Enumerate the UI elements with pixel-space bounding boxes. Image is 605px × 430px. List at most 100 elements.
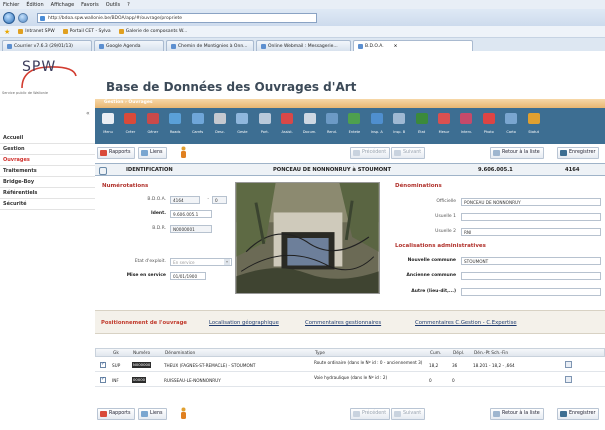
row-detail-icon[interactable] (565, 361, 572, 368)
favorites-star-icon[interactable]: ★ (4, 28, 10, 36)
toolbar-button-inspection[interactable]: Insp. A (367, 111, 387, 141)
back-to-list-button[interactable]: Retour à la liste (490, 147, 544, 159)
table-row[interactable]: SUP N000000 THEUX (FAGNES-ST-REMACLE) - ST… (95, 358, 605, 372)
form-tab[interactable]: Localisation géographique (209, 320, 279, 326)
row-checkbox[interactable] (100, 376, 106, 383)
usuelle2-field[interactable]: RNI (461, 228, 601, 236)
etat-select[interactable]: En service ▾ (170, 258, 232, 266)
links-button[interactable]: Liens (138, 147, 167, 159)
row-checkbox[interactable] (100, 361, 106, 368)
column-header[interactable]: Cum. (430, 351, 441, 356)
toolbar-button-photo[interactable]: Photo (479, 111, 499, 141)
nav-item-scurit[interactable]: Sécurité (0, 199, 95, 210)
save-button-bottom[interactable]: Enregistrer (557, 408, 600, 420)
toolbar-button-generate[interactable]: Géner (143, 111, 163, 141)
column-header[interactable]: Dén.-Pt Sch.-Fin (474, 351, 508, 356)
toolbar-button-gesture[interactable]: Geste (232, 111, 252, 141)
next-arrow-icon (394, 411, 401, 417)
toolbar-button-measure[interactable]: Mesur (434, 111, 454, 141)
toolbar-button-create[interactable]: Créer (120, 111, 140, 141)
column-header[interactable]: Numéro (133, 351, 150, 356)
toolbar-button-port[interactable]: Port. (255, 111, 275, 141)
form-tab[interactable]: Commentaires gestionnaires (305, 320, 381, 326)
report-icon (100, 411, 107, 417)
toolbar-button-map[interactable]: Carto (501, 111, 521, 141)
browser-tab[interactable]: Google Agenda (94, 40, 164, 51)
menu-item[interactable]: Édition (26, 2, 43, 8)
toolbar-button-status[interactable]: Statut (524, 111, 544, 141)
toolbar-button-squares[interactable]: Carrés (188, 111, 208, 141)
person-icon[interactable] (180, 407, 187, 419)
close-tab-icon[interactable]: × (394, 44, 398, 49)
browser-tab[interactable]: Online Webmail : Messagerie... (256, 40, 351, 51)
row-detail-icon[interactable] (565, 376, 572, 383)
previous-button-bottom[interactable]: Précédent (350, 408, 391, 420)
next-label: Suivant (403, 150, 422, 155)
menu-item[interactable]: ? (127, 2, 130, 8)
menu-item[interactable]: Fichier (3, 2, 19, 8)
nav-item-rfrentiels[interactable]: Référentiels (0, 188, 95, 199)
next-button-bottom[interactable]: Suivant (391, 408, 426, 420)
menu-item[interactable]: Outils (106, 2, 120, 8)
bdoa-field[interactable]: 4164 (170, 196, 200, 204)
browser-tab[interactable]: Chemin de Montignies à Onn... (166, 40, 254, 51)
next-arrow-icon (394, 150, 401, 156)
back-button[interactable] (3, 11, 15, 24)
save-button[interactable]: Enregistrer (557, 147, 600, 159)
person-icon[interactable] (180, 146, 187, 158)
toolbar-button-inspection-b[interactable]: Insp. B (389, 111, 409, 141)
officielle-field[interactable]: PONCEAU DE NONNONRUY (461, 198, 601, 206)
column-header[interactable]: Dénomination (165, 351, 195, 356)
toolbar-button-label: État (418, 130, 426, 134)
nav-item-ouvrages[interactable]: Ouvrages (0, 155, 95, 166)
ident-field[interactable]: 9.606.005.1 (170, 210, 212, 218)
bdr-field[interactable]: N0000001 (170, 225, 212, 233)
toolbar-button-state[interactable]: État (412, 111, 432, 141)
bdoa-suffix-field[interactable]: 0 (212, 196, 227, 204)
form-tab[interactable]: Commentaires C.Gestion - C.Expertise (415, 320, 517, 326)
toolbar-button-description[interactable]: Desc. (210, 111, 230, 141)
previous-button[interactable]: Précédent (350, 147, 391, 159)
toolbar-button-menu[interactable]: Menu (98, 111, 118, 141)
reports-button[interactable]: Rapports (97, 147, 135, 159)
mise-en-service-field[interactable]: 01/01/1900 (170, 272, 206, 280)
back-to-list-button-bottom[interactable]: Retour à la liste (490, 408, 544, 420)
autre-lieu-dit-field[interactable] (461, 288, 601, 296)
column-header[interactable]: Type (315, 351, 325, 356)
nav-item-gestion[interactable]: Gestion (0, 144, 95, 155)
toolbar-button-label: Insp. B (393, 130, 406, 134)
forward-button[interactable] (18, 12, 28, 23)
favorite-link[interactable]: Galerie de composants W... (118, 29, 187, 34)
toolbar-button-roads[interactable]: Roads (165, 111, 185, 141)
favorite-link[interactable]: Intranet SPW (18, 29, 55, 34)
nav-item-traitements[interactable]: Traitements (0, 166, 95, 177)
nav-item-accueil[interactable]: Accueil (0, 133, 95, 144)
squares-icon (191, 113, 204, 124)
table-row[interactable]: INF 00000 RUISSEAU-LE-NONNONRUY Voie hydrau… (95, 373, 605, 387)
ancienne-commune-field[interactable] (461, 272, 601, 280)
toolbar-button-document[interactable]: Docum. (300, 111, 320, 141)
menu-item[interactable]: Affichage (51, 2, 75, 8)
usuelle1-field[interactable] (461, 213, 601, 221)
toolbar-button-label: Desc. (215, 130, 225, 134)
toolbar-button-assist[interactable]: Assist. (277, 111, 297, 141)
toolbar-button-header[interactable]: Entete (344, 111, 364, 141)
address-bar[interactable]: http://bdoa.spw.wallonie.be/BDOA/app/#/o… (37, 12, 317, 23)
etat-label: Etat d'exploit. (134, 259, 166, 264)
browser-tab[interactable]: Courrier v7.6.3 (29/01/13) (2, 40, 92, 51)
identification-title: IDENTIFICATION (126, 167, 173, 173)
toolbar-button-intervention[interactable]: Interv. (456, 111, 476, 141)
favorite-link[interactable]: Portail CET - Sylva (62, 29, 111, 34)
form-tab[interactable]: Positionnement de l'ouvrage (101, 320, 187, 326)
toolbar-button-render[interactable]: Rend. (322, 111, 342, 141)
next-button[interactable]: Suivant (391, 147, 426, 159)
browser-tab[interactable]: B.D.O.A. × (353, 40, 473, 51)
collapse-nav-icon[interactable]: « (86, 110, 90, 117)
column-header[interactable]: Dépl. (453, 351, 464, 356)
menu-item[interactable]: Favoris (81, 2, 99, 8)
reports-button-bottom[interactable]: Rapports (97, 408, 135, 420)
nouvelle-commune-field[interactable]: STOUMONT (461, 257, 601, 265)
column-header[interactable]: Gk (113, 351, 119, 356)
links-button-bottom[interactable]: Liens (138, 408, 167, 420)
nav-item-bridgeboy[interactable]: Bridge-Boy (0, 177, 95, 188)
